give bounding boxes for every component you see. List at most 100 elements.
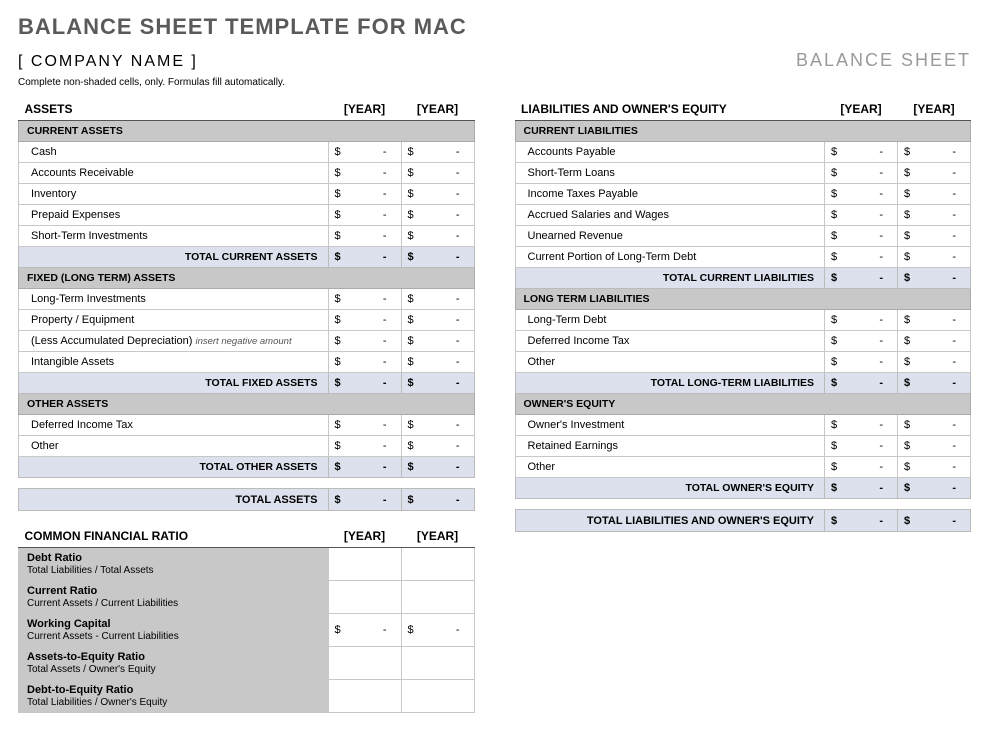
assets-table: ASSETS [YEAR] [YEAR] CURRENT ASSETS Cash… xyxy=(18,98,475,478)
money-cell[interactable]: $- xyxy=(825,142,898,163)
money-cell[interactable]: $- xyxy=(825,331,898,352)
line-item: Property / Equipment xyxy=(19,310,329,331)
cell: $- xyxy=(328,373,401,394)
line-item: Long-Term Debt xyxy=(515,310,825,331)
money-cell[interactable]: $- xyxy=(825,163,898,184)
money-cell[interactable]: $- xyxy=(401,415,474,436)
cell: $- xyxy=(898,373,971,394)
cell: $- xyxy=(401,247,474,268)
other-assets-header: OTHER ASSETS xyxy=(19,394,475,415)
line-item: Short-Term Loans xyxy=(515,163,825,184)
money-cell[interactable]: $- xyxy=(401,331,474,352)
money-cell[interactable]: $- xyxy=(401,205,474,226)
year-col-2[interactable]: [YEAR] xyxy=(401,511,474,548)
line-item: Accounts Payable xyxy=(515,142,825,163)
total-liab-equity-label: TOTAL LIABILITIES AND OWNER'S EQUITY xyxy=(515,510,825,532)
ratio-label: Working CapitalCurrent Assets - Current … xyxy=(19,614,329,647)
ratio-value xyxy=(328,581,401,614)
total-current-liab-label: TOTAL CURRENT LIABILITIES xyxy=(515,268,825,289)
current-assets-header: CURRENT ASSETS xyxy=(19,121,475,142)
cell: $- xyxy=(898,510,971,532)
money-cell[interactable]: $- xyxy=(401,310,474,331)
money-cell[interactable]: $- xyxy=(825,415,898,436)
money-cell[interactable]: $- xyxy=(401,226,474,247)
money-cell[interactable]: $- xyxy=(898,310,971,331)
money-cell[interactable]: $- xyxy=(825,310,898,331)
money-cell[interactable]: $- xyxy=(328,331,401,352)
ratio-value xyxy=(328,647,401,680)
year-col-2[interactable]: [YEAR] xyxy=(401,98,474,121)
company-name[interactable]: [ COMPANY NAME ] xyxy=(18,53,198,71)
total-assets-label: TOTAL ASSETS xyxy=(19,489,329,511)
money-cell[interactable]: $- xyxy=(328,289,401,310)
money-cell[interactable]: $- xyxy=(898,184,971,205)
money-cell[interactable]: $- xyxy=(401,436,474,457)
year-col-1[interactable]: [YEAR] xyxy=(328,511,401,548)
money-cell[interactable]: $- xyxy=(401,289,474,310)
money-cell[interactable]: $- xyxy=(825,247,898,268)
total-current-assets-label: TOTAL CURRENT ASSETS xyxy=(19,247,329,268)
money-cell[interactable]: $- xyxy=(328,142,401,163)
ratio-label: Debt-to-Equity RatioTotal Liabilities / … xyxy=(19,680,329,713)
cell: $- xyxy=(328,457,401,478)
line-item: Intangible Assets xyxy=(19,352,329,373)
line-item: Unearned Revenue xyxy=(515,226,825,247)
fixed-assets-header: FIXED (LONG TERM) ASSETS xyxy=(19,268,475,289)
money-cell[interactable]: $- xyxy=(328,415,401,436)
money-cell[interactable]: $- xyxy=(401,352,474,373)
ratio-table: COMMON FINANCIAL RATIO [YEAR] [YEAR] Deb… xyxy=(18,511,475,713)
money-cell[interactable]: $- xyxy=(898,352,971,373)
year-col-2[interactable]: [YEAR] xyxy=(898,98,971,121)
money-cell[interactable]: $- xyxy=(328,226,401,247)
money-cell[interactable]: $- xyxy=(825,226,898,247)
money-cell[interactable]: $- xyxy=(328,436,401,457)
money-cell[interactable]: $- xyxy=(898,415,971,436)
year-col-1[interactable]: [YEAR] xyxy=(328,98,401,121)
line-item: Other xyxy=(515,352,825,373)
line-item: Income Taxes Payable xyxy=(515,184,825,205)
main-title: BALANCE SHEET TEMPLATE FOR MAC xyxy=(18,14,971,40)
money-cell[interactable]: $- xyxy=(328,163,401,184)
line-item: Prepaid Expenses xyxy=(19,205,329,226)
cell: $- xyxy=(825,510,898,532)
ratio-value xyxy=(401,647,474,680)
cell: $- xyxy=(825,478,898,499)
line-item: Other xyxy=(515,457,825,478)
money-cell[interactable]: $- xyxy=(328,184,401,205)
money-cell[interactable]: $- xyxy=(328,310,401,331)
year-col-1[interactable]: [YEAR] xyxy=(825,98,898,121)
ratio-value xyxy=(328,548,401,581)
liabilities-header: LIABILITIES AND OWNER'S EQUITY xyxy=(515,98,825,121)
money-cell[interactable]: $- xyxy=(825,457,898,478)
money-cell[interactable]: $- xyxy=(898,436,971,457)
money-cell[interactable]: $- xyxy=(898,142,971,163)
cell: $- xyxy=(401,373,474,394)
money-cell[interactable]: $- xyxy=(898,457,971,478)
money-cell[interactable]: $- xyxy=(898,205,971,226)
money-cell[interactable]: $- xyxy=(898,163,971,184)
line-item: Short-Term Investments xyxy=(19,226,329,247)
money-cell[interactable]: $- xyxy=(401,142,474,163)
money-cell[interactable]: $- xyxy=(898,331,971,352)
line-item: Current Portion of Long-Term Debt xyxy=(515,247,825,268)
liabilities-table: LIABILITIES AND OWNER'S EQUITY [YEAR] [Y… xyxy=(515,98,972,499)
ratio-value: $- xyxy=(401,614,474,647)
total-fixed-assets-label: TOTAL FIXED ASSETS xyxy=(19,373,329,394)
money-cell[interactable]: $- xyxy=(401,184,474,205)
money-cell[interactable]: $- xyxy=(898,247,971,268)
cell: $- xyxy=(401,457,474,478)
money-cell[interactable]: $- xyxy=(825,352,898,373)
money-cell[interactable]: $- xyxy=(328,352,401,373)
money-cell[interactable]: $- xyxy=(328,205,401,226)
money-cell[interactable]: $- xyxy=(898,226,971,247)
total-assets-table: TOTAL ASSETS $- $- xyxy=(18,488,475,511)
cell: $- xyxy=(328,489,401,511)
money-cell[interactable]: $- xyxy=(825,184,898,205)
money-cell[interactable]: $- xyxy=(401,163,474,184)
cell: $- xyxy=(401,489,474,511)
money-cell[interactable]: $- xyxy=(825,436,898,457)
ratio-value: $- xyxy=(328,614,401,647)
money-cell[interactable]: $- xyxy=(825,205,898,226)
ratio-label: Assets-to-Equity RatioTotal Assets / Own… xyxy=(19,647,329,680)
line-item: Inventory xyxy=(19,184,329,205)
